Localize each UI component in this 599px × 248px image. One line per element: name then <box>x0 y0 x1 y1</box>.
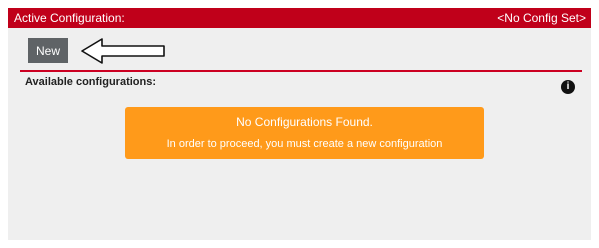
active-configuration-value: <No Config Set> <box>497 11 586 25</box>
info-icon[interactable]: i <box>561 80 575 94</box>
available-configurations-label: Available configurations: <box>25 76 157 88</box>
app-window: Active Configuration: <No Config Set> Ne… <box>0 0 599 248</box>
alert-message: In order to proceed, you must create a n… <box>166 138 443 150</box>
no-configurations-alert: No Configurations Found. In order to pro… <box>125 107 484 159</box>
left-arrow-outline-icon <box>81 38 165 64</box>
configuration-panel: New Available configurations: i No Confi… <box>8 28 591 240</box>
new-configuration-button[interactable]: New <box>28 38 68 63</box>
active-configuration-bar: Active Configuration: <No Config Set> <box>8 8 591 28</box>
section-divider <box>20 70 582 72</box>
active-configuration-label: Active Configuration: <box>14 11 125 25</box>
alert-title: No Configurations Found. <box>236 115 373 129</box>
